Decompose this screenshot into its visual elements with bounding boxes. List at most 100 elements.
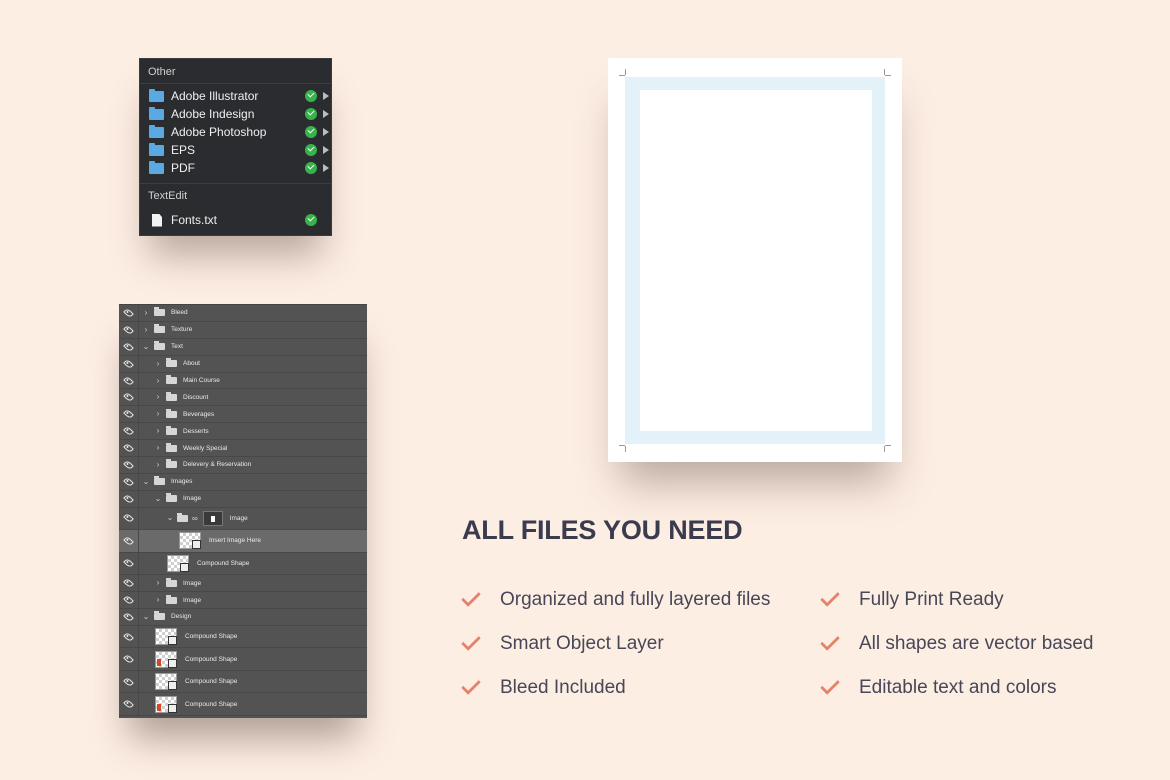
layer-row[interactable]: Compound Shape: [119, 670, 367, 694]
layer-row-selected[interactable]: Insert Image Here: [119, 530, 367, 553]
layer-row[interactable]: › Beverages: [119, 406, 367, 424]
visibility-toggle[interactable]: [119, 372, 139, 389]
visibility-toggle[interactable]: [119, 608, 139, 625]
layer-row[interactable]: Compound Shape: [119, 625, 367, 649]
chevron-right-icon[interactable]: ›: [154, 444, 162, 452]
layer-row[interactable]: › Image: [119, 592, 367, 609]
layer-label: Image: [229, 514, 248, 522]
chevron-right-icon[interactable]: ›: [142, 308, 150, 317]
file-row-eps[interactable]: EPS: [140, 141, 331, 159]
chevron-right-icon[interactable]: ›: [154, 359, 162, 368]
shape-thumbnail[interactable]: [155, 650, 177, 668]
chevron-right-icon[interactable]: ›: [142, 325, 150, 334]
chevron-down-icon[interactable]: ⌄: [142, 477, 150, 486]
layer-row[interactable]: ⌄ Design: [119, 608, 367, 626]
shape-thumbnail[interactable]: [155, 628, 177, 646]
features-title: ALL FILES YOU NEED: [462, 515, 743, 545]
eye-icon: [123, 358, 134, 369]
layer-row[interactable]: › Image: [119, 575, 367, 593]
layer-row[interactable]: Compound Shape: [119, 648, 367, 671]
file-row-indesign[interactable]: Adobe Indesign: [140, 105, 331, 123]
chevron-down-icon[interactable]: ⌄: [142, 612, 150, 621]
chevron-right-icon[interactable]: [323, 164, 329, 172]
chevron-down-icon[interactable]: ⌄: [166, 514, 174, 522]
check-mark-icon: [461, 675, 481, 695]
layer-label: Compound Shape: [185, 700, 238, 708]
layer-label: Discount: [183, 393, 209, 401]
layer-row[interactable]: Compound Shape: [119, 693, 367, 716]
chevron-right-icon[interactable]: ›: [154, 460, 162, 469]
eye-icon: [123, 459, 134, 471]
feature-item: All shapes are vector based: [820, 631, 1093, 656]
crop-mark: [625, 446, 626, 452]
layer-row[interactable]: › Discount: [119, 389, 367, 407]
visibility-toggle[interactable]: [119, 507, 139, 530]
chevron-right-icon[interactable]: ›: [154, 427, 162, 435]
feature-item: Bleed Included: [461, 675, 626, 700]
visibility-toggle[interactable]: [119, 473, 139, 490]
visibility-toggle[interactable]: [119, 305, 139, 321]
layer-row[interactable]: › Delevery & Reservation: [119, 457, 367, 474]
chevron-right-icon[interactable]: [323, 146, 329, 154]
visibility-toggle[interactable]: [119, 693, 139, 715]
layer-row[interactable]: ⌄ Images: [119, 473, 367, 491]
shape-thumbnail[interactable]: [155, 695, 177, 713]
visibility-toggle[interactable]: [119, 530, 139, 552]
chevron-down-icon[interactable]: ⌄: [142, 342, 150, 351]
file-row-fonts[interactable]: Fonts.txt: [140, 211, 331, 229]
visibility-toggle[interactable]: [119, 670, 139, 693]
layer-row[interactable]: › Bleed: [119, 305, 367, 322]
layer-row[interactable]: › Texture: [119, 321, 367, 339]
visibility-toggle[interactable]: [119, 406, 139, 423]
file-row-photoshop[interactable]: Adobe Photoshop: [140, 123, 331, 141]
file-row-illustrator[interactable]: Adobe Illustrator: [140, 87, 331, 105]
chevron-right-icon[interactable]: ›: [154, 376, 162, 385]
visibility-toggle[interactable]: [119, 457, 139, 473]
visibility-toggle[interactable]: [119, 321, 139, 338]
file-row-pdf[interactable]: PDF: [140, 159, 331, 177]
folder-open-icon: [154, 476, 165, 486]
visibility-toggle[interactable]: [119, 552, 139, 575]
folder-icon: [166, 425, 177, 435]
layer-label: Beverages: [183, 410, 215, 418]
shape-thumbnail[interactable]: [167, 554, 189, 572]
visibility-toggle[interactable]: [119, 440, 139, 457]
crop-mark: [619, 75, 625, 76]
chevron-right-icon[interactable]: [323, 110, 329, 118]
layer-row[interactable]: › Main Course: [119, 372, 367, 390]
check-icon: [305, 144, 317, 156]
visibility-toggle[interactable]: [119, 338, 139, 355]
visibility-toggle[interactable]: [119, 423, 139, 440]
layer-row[interactable]: ⌄ ∞ Image: [119, 507, 367, 531]
layer-row[interactable]: › Weekly Special: [119, 440, 367, 458]
smart-object-thumbnail[interactable]: [179, 532, 201, 550]
layers-panel: › Bleed › Texture ⌄ Text › About › Main …: [119, 304, 367, 718]
chevron-right-icon[interactable]: ›: [154, 410, 162, 418]
layer-row[interactable]: › About: [119, 355, 367, 373]
visibility-toggle[interactable]: [119, 592, 139, 608]
layer-row[interactable]: Compound Shape: [119, 552, 367, 576]
folder-icon: [149, 88, 164, 102]
visibility-toggle[interactable]: [119, 625, 139, 648]
layer-label: Compound Shape: [185, 633, 238, 641]
visibility-toggle[interactable]: [119, 389, 139, 406]
layer-row[interactable]: ⌄ Text: [119, 338, 367, 356]
document-preview: [608, 58, 902, 462]
layer-row[interactable]: ⌄ Image: [119, 490, 367, 508]
visibility-toggle[interactable]: [119, 648, 139, 670]
folder-icon: [166, 442, 177, 452]
visibility-toggle[interactable]: [119, 490, 139, 507]
layer-mask-thumbnail[interactable]: [202, 510, 223, 526]
visibility-toggle[interactable]: [119, 355, 139, 372]
crop-mark: [884, 69, 885, 75]
folder-icon: [149, 106, 164, 120]
chevron-right-icon[interactable]: ›: [154, 596, 162, 604]
layer-row[interactable]: › Desserts: [119, 423, 367, 441]
chevron-right-icon[interactable]: [323, 128, 329, 136]
chevron-right-icon[interactable]: ›: [154, 393, 162, 401]
chevron-down-icon[interactable]: ⌄: [154, 494, 162, 503]
shape-thumbnail[interactable]: [155, 673, 177, 691]
chevron-right-icon[interactable]: ›: [154, 579, 162, 587]
visibility-toggle[interactable]: [119, 575, 139, 592]
chevron-right-icon[interactable]: [323, 92, 329, 100]
